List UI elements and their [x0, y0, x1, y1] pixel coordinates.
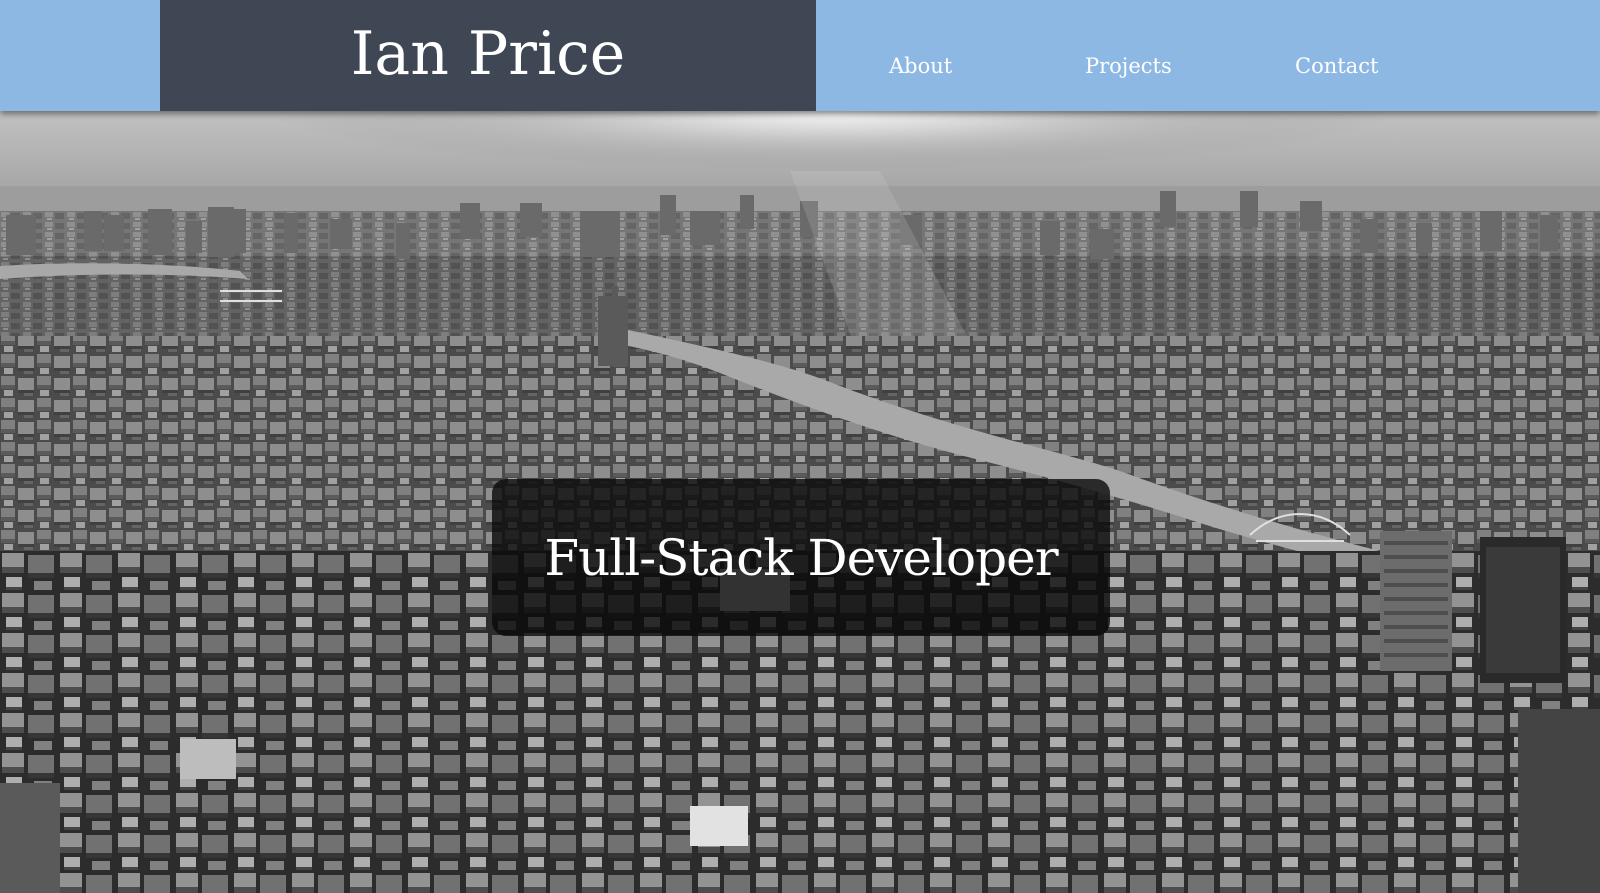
- tagline-box: Full-Stack Developer: [492, 479, 1110, 636]
- site-title[interactable]: Ian Price: [351, 19, 626, 89]
- hero-tagline: Full-Stack Developer: [544, 528, 1058, 587]
- nav-link-about[interactable]: About: [889, 54, 952, 88]
- nav-link-contact[interactable]: Contact: [1295, 54, 1378, 88]
- nav-link-projects[interactable]: Projects: [1085, 54, 1172, 88]
- hero-section: Full-Stack Developer: [0, 111, 1600, 893]
- page: Ian Price About Projects Contact Full-St…: [0, 0, 1600, 893]
- brand-block[interactable]: Ian Price: [160, 0, 816, 111]
- site-header: Ian Price About Projects Contact: [0, 0, 1600, 111]
